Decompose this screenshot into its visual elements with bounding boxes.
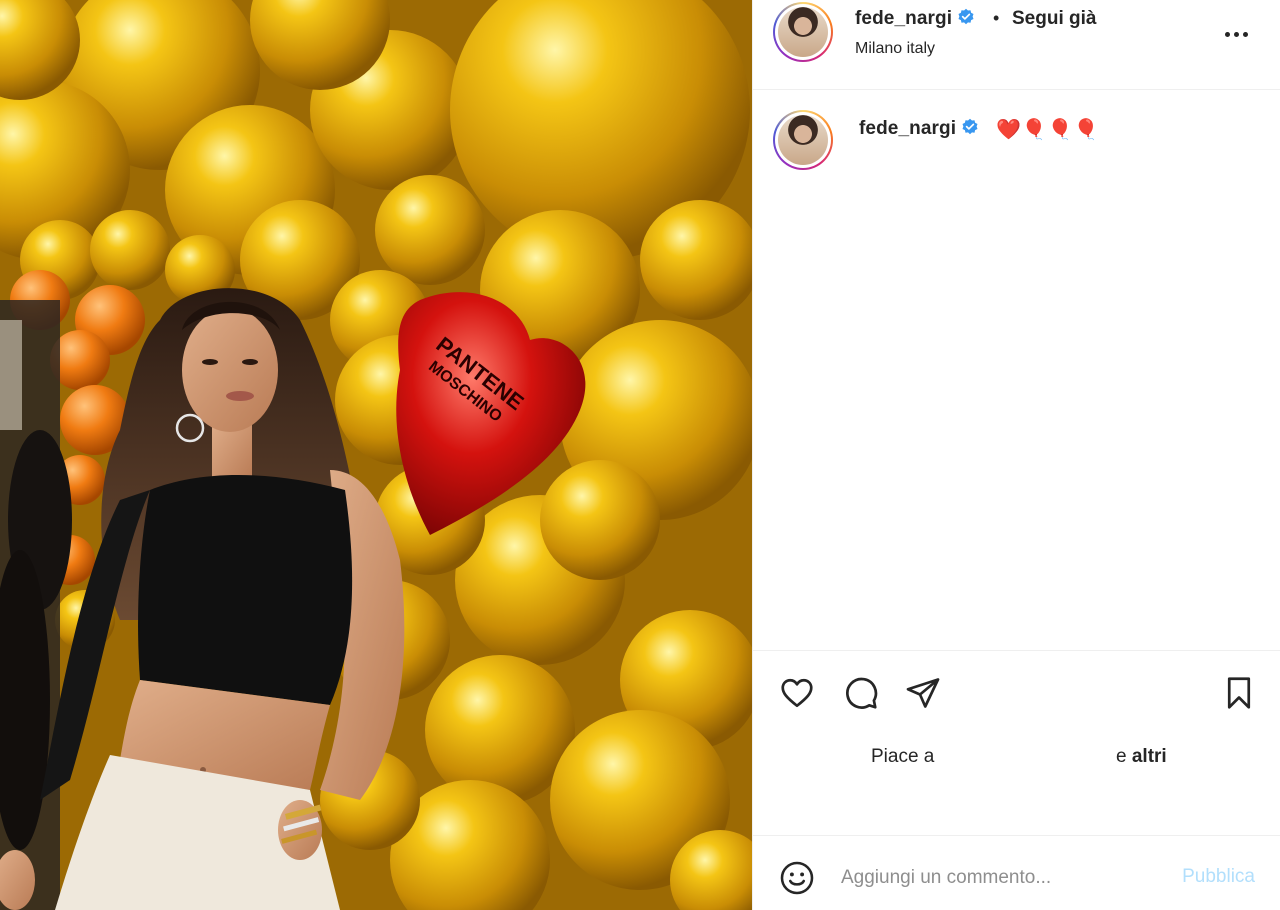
caption-text: ❤️🎈🎈🎈 — [996, 119, 1100, 141]
likes-prefix: Piace a — [871, 746, 935, 767]
comment-input[interactable] — [841, 860, 1151, 896]
post-header: fede_nargi • Segui già Milano italy — [753, 0, 1280, 90]
author-avatar[interactable] — [773, 2, 833, 62]
post-actions: Piace a e altri — [753, 650, 1280, 835]
verified-icon — [958, 8, 974, 25]
comment-bar: Pubblica — [753, 835, 1280, 910]
caption-username[interactable]: fede_nargi — [859, 118, 979, 140]
heart-icon[interactable] — [779, 675, 815, 711]
bookmark-icon[interactable] — [1221, 675, 1257, 711]
author-username[interactable]: fede_nargi — [855, 8, 975, 30]
comment-icon[interactable] — [843, 675, 879, 711]
post-photo[interactable]: PANTENE MOSCHINO — [0, 0, 752, 910]
publish-button[interactable]: Pubblica — [1182, 866, 1255, 888]
more-icon — [1225, 32, 1230, 37]
share-icon[interactable] — [905, 675, 941, 711]
emoji-icon[interactable] — [779, 860, 815, 896]
more-options-button[interactable] — [1222, 24, 1252, 44]
header-separator: • — [993, 8, 1000, 28]
likes-others[interactable]: e altri — [1116, 746, 1167, 768]
post-sidebar: fede_nargi • Segui già Milano italy fede… — [752, 0, 1280, 910]
post-location[interactable]: Milano italy — [855, 40, 935, 58]
follow-button[interactable]: Segui già — [1012, 8, 1096, 30]
verified-icon — [962, 118, 978, 135]
caption-avatar[interactable] — [773, 110, 833, 170]
post-photo-image: PANTENE MOSCHINO — [0, 0, 752, 910]
avatar-image — [778, 7, 828, 57]
